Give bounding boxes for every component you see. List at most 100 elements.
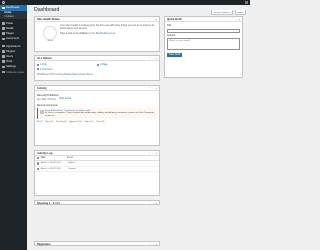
user-icon (2, 55, 5, 58)
comment-icon (2, 37, 5, 41)
glance-posts-link[interactable]: 1 Post (37, 63, 97, 66)
widget-title: Quick Draft (167, 17, 182, 21)
sidebar-item-label: Tools (6, 60, 13, 64)
plug-icon (2, 50, 5, 53)
save-draft-button[interactable]: Save Draft (167, 52, 182, 58)
move-down-icon[interactable]: ⌄ (152, 202, 154, 205)
comment-icon (37, 68, 39, 70)
row-checkbox[interactable] (37, 162, 40, 165)
toggle-panel-icon[interactable]: ▴ (156, 87, 157, 90)
draft-content-label: Content (167, 35, 176, 38)
activity-widget: Activity ⌃ ⌄ ▴ Recently Published Apr 10… (34, 85, 160, 146)
draft-content-input[interactable] (167, 38, 240, 51)
move-up-icon[interactable]: ⌃ (149, 202, 151, 205)
row-checkbox[interactable] (37, 167, 40, 171)
move-down-icon[interactable]: ⌄ (152, 18, 154, 21)
sidebar-item-label: Comments (6, 37, 20, 41)
health-indicator-icon (43, 26, 57, 40)
sidebar-item-label: Dashboard (6, 6, 20, 10)
main-content: Dashboard Screen Options ▾ Help ▾ Site H… (27, 5, 250, 250)
toggle-panel-icon[interactable]: ▴ (239, 18, 240, 21)
move-up-icon[interactable]: ⌃ (149, 243, 151, 246)
move-up-icon[interactable]: ⌃ (149, 18, 151, 21)
widget-title: Site Health Status (37, 17, 60, 21)
pin-icon (2, 22, 5, 25)
comment-excerpt: Hi, this is a comment. To get started wi… (45, 112, 155, 118)
widget-header: Showing 1 - 2 of 2 ⌃ ⌄ ▾ (35, 201, 159, 206)
move-down-icon[interactable]: ⌄ (152, 87, 154, 90)
toggle-panel-icon[interactable]: ▾ (156, 243, 157, 246)
health-item-count: 3 items (79, 31, 88, 35)
widget-header: Pagination ⌃ ⌄ ▾ (35, 242, 159, 247)
settings-icon (2, 65, 5, 69)
row-date: March 5, 2024 13:52 (40, 162, 61, 165)
toggle-panel-icon[interactable]: ▾ (156, 202, 157, 205)
media-icon (2, 27, 5, 30)
admin-bar-account[interactable] (244, 1, 248, 4)
health-summary: Your site's health is looking good, but … (60, 24, 155, 30)
widget-title: Showing 1 - 2 of 2 (37, 202, 60, 205)
draft-title-label: Title (167, 25, 172, 27)
admin-sidebar: Dashboard Home Updates Posts Media Pages… (0, 5, 27, 250)
avatar (39, 109, 44, 114)
toggle-panel-icon[interactable]: ▴ (156, 18, 157, 21)
page-title: Dashboard (34, 7, 60, 13)
move-down-icon[interactable]: ⌄ (235, 18, 237, 21)
filter-mine-link[interactable]: Mine (0) (45, 121, 53, 123)
widget-controls: ⌃ ⌄ ▴ (149, 87, 157, 90)
sidebar-item-label: Posts (6, 21, 13, 25)
pagination-widget: Pagination ⌃ ⌄ ▾ (34, 241, 160, 246)
submenu-item-updates[interactable]: Updates (0, 15, 27, 19)
sidebar-item-label: Users (6, 55, 14, 58)
quick-draft-widget: Quick Draft ⌃ ⌄ ▴ Title Content Save Dra… (164, 16, 243, 78)
help-button[interactable]: Help ▾ (234, 10, 246, 15)
column-header-date[interactable]: Date (41, 157, 46, 159)
filter-pending-link[interactable]: Pending (0) (56, 121, 67, 123)
sidebar-item-label: Appearance (6, 44, 21, 48)
wordpress-logo-icon[interactable] (2, 1, 5, 4)
toggle-panel-icon[interactable]: ▴ (156, 57, 157, 60)
move-up-icon[interactable]: ⌃ (232, 18, 234, 21)
recently-published-heading: Recently Published (37, 94, 59, 97)
at-a-glance-widget: At a Glance ⌃ ⌄ ▴ 1 Post 1 Page 1 Commen… (34, 55, 160, 81)
move-down-icon[interactable]: ⌄ (152, 243, 154, 246)
move-up-icon[interactable]: ⌃ (149, 87, 151, 90)
row-event: Edited (68, 162, 75, 165)
site-health-link[interactable]: on the Site Health screen (88, 32, 115, 35)
dashboard-icon (2, 6, 5, 10)
pin-icon (37, 63, 39, 66)
activity-log-widget: Activity Log ⌃ ⌄ ▴ Date Event March 5, 2… (34, 150, 160, 196)
move-down-icon[interactable]: ⌄ (152, 152, 154, 155)
theme-link[interactable]: Twenty Twenty-Four (64, 73, 85, 76)
glance-pages-link[interactable]: 1 Page (97, 63, 157, 66)
glance-comments-link[interactable]: 1 Comment (37, 68, 97, 71)
toggle-panel-icon[interactable]: ▴ (156, 152, 157, 155)
column-header-event[interactable]: Event (67, 157, 73, 159)
health-status-label: Good (47, 40, 53, 42)
results-summary-widget: Showing 1 - 2 of 2 ⌃ ⌄ ▾ (34, 200, 160, 205)
filter-all-link[interactable]: All (1) (37, 121, 42, 123)
filter-spam-link[interactable]: Spam (0) (85, 121, 94, 123)
select-all-checkbox[interactable] (37, 157, 40, 160)
filter-trash-link[interactable]: Trash (0) (96, 121, 104, 123)
widget-controls: ⌃ ⌄ ▴ (149, 57, 157, 60)
sidebar-item-label: Plugins (6, 49, 15, 53)
move-down-icon[interactable]: ⌄ (152, 57, 154, 60)
site-health-widget: Site Health Status ⌃ ⌄ ▴ Good Your site'… (34, 16, 160, 52)
widget-title: Activity Log (37, 151, 53, 155)
sidebar-item-label: Pages (6, 32, 14, 36)
filter-approved-link[interactable]: Approved (1) (70, 121, 82, 123)
collapse-menu-button[interactable]: Collapse menu (0, 69, 27, 74)
collapse-arrow-icon (2, 70, 5, 74)
draft-title-input[interactable] (167, 28, 240, 33)
wrench-icon (2, 60, 5, 63)
post-link[interactable]: Hello world! (59, 98, 71, 101)
widget-controls: ⌃ ⌄ ▾ (149, 202, 157, 205)
screen-options-button[interactable]: Screen Options ▾ (211, 10, 234, 15)
move-up-icon[interactable]: ⌃ (149, 152, 151, 155)
sidebar-item-label: Media (6, 27, 14, 31)
collapse-menu-label: Collapse menu (6, 70, 25, 74)
table-row: March 5, 2024 13:52 Viewed (35, 167, 159, 173)
glance-footer: WordPress 6.5.2 running Twenty Twenty-Fo… (37, 72, 94, 76)
move-up-icon[interactable]: ⌃ (149, 57, 151, 60)
